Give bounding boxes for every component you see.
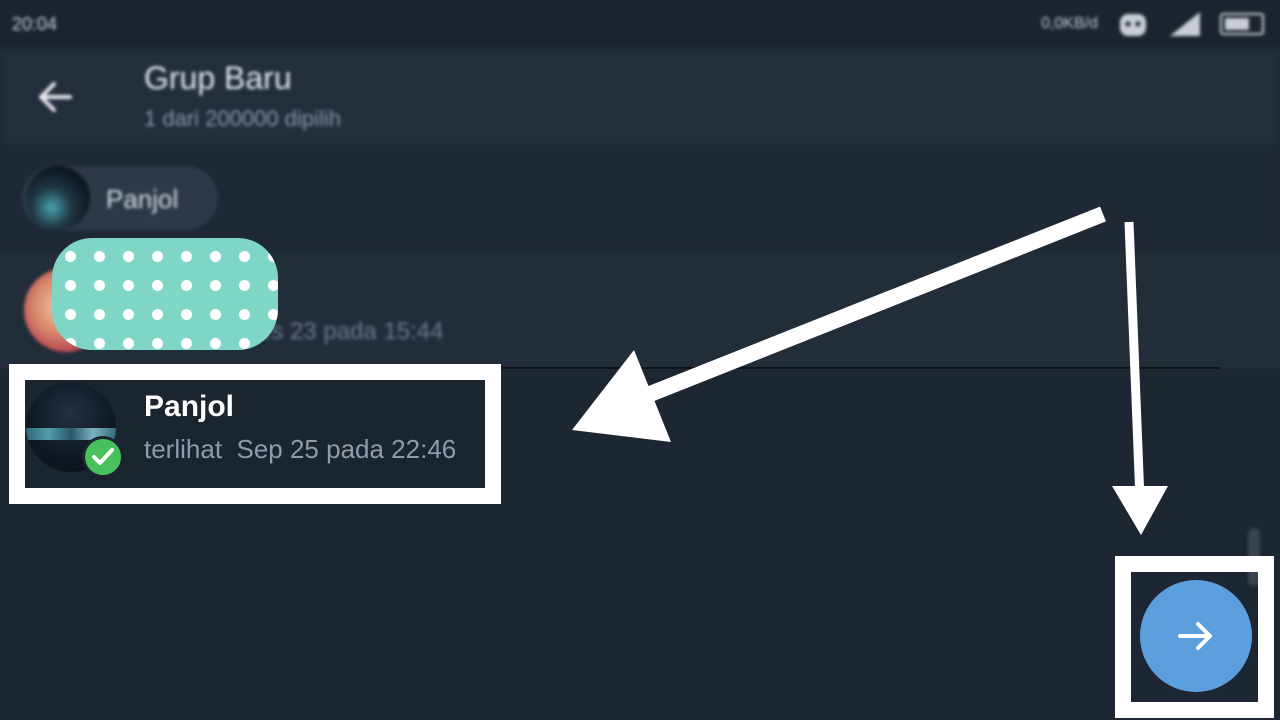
selected-check-badge [82, 436, 124, 478]
selected-contacts-bar: Panjol [0, 146, 1280, 250]
status-bar: 20:04 0,0KB/d [0, 0, 1280, 48]
arrow-right-icon [1178, 622, 1212, 650]
status-icons: 0,0KB/d [1041, 10, 1264, 38]
next-button[interactable] [1140, 580, 1252, 692]
network-speed: 0,0KB/d [1041, 15, 1098, 32]
signal-icon [1170, 12, 1200, 36]
mascot-icon [1120, 14, 1146, 36]
selected-contact-chip[interactable]: Panjol [22, 166, 218, 230]
contact-name[interactable]: Panjol [144, 390, 234, 424]
check-icon [92, 448, 114, 465]
status-time: 20:04 [12, 14, 58, 34]
app-header: Grup Baru 1 dari 200000 dipilih [0, 48, 1280, 146]
page-title: Grup Baru [144, 60, 292, 96]
chip-label: Panjol [106, 184, 179, 214]
back-arrow-icon[interactable] [34, 76, 76, 118]
battery-icon [1220, 13, 1264, 35]
privacy-censor-overlay [52, 238, 278, 350]
selection-count: 1 dari 200000 dipilih [144, 106, 341, 131]
avatar [26, 166, 90, 230]
last-seen-text: es 23 pada 15:44 [258, 318, 444, 345]
contact-last-seen: terlihat Sep 25 pada 22:46 [144, 434, 457, 464]
